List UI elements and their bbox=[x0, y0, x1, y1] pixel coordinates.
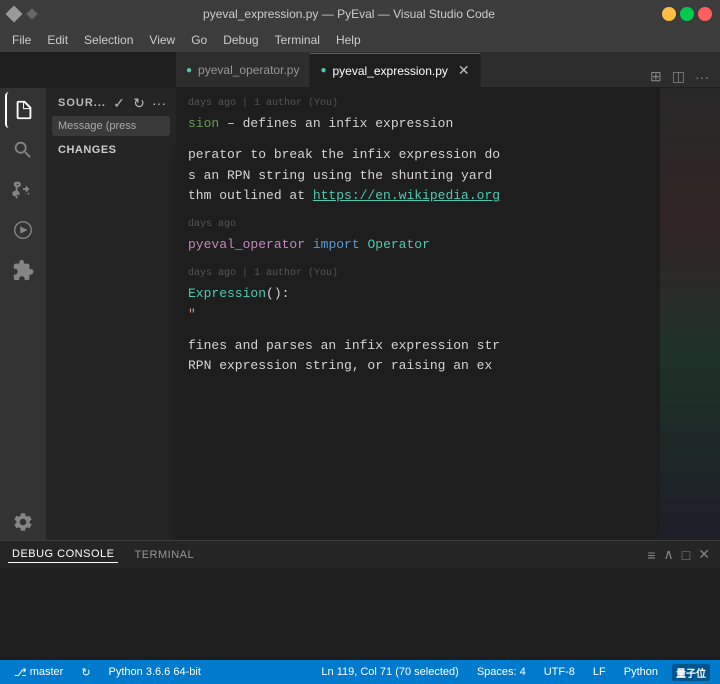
code-block-3: days ago pyeval_operator import Operator bbox=[188, 217, 708, 256]
sidebar-actions: ✓ ↻ ··· bbox=[110, 94, 168, 112]
activity-bar bbox=[0, 88, 46, 540]
menu-terminal[interactable]: Terminal bbox=[267, 31, 328, 49]
tab-terminal[interactable]: TERMINAL bbox=[130, 547, 198, 563]
tab-bar: ● pyeval_operator.py ● pyeval_expression… bbox=[176, 52, 720, 88]
view-icon[interactable]: ◫ bbox=[669, 66, 688, 87]
branch-status[interactable]: ⎇ master bbox=[10, 660, 67, 684]
code-line-1: sion – defines an infix expression bbox=[188, 114, 708, 135]
maximize-button[interactable] bbox=[680, 7, 694, 21]
encoding-label: UTF-8 bbox=[544, 666, 575, 678]
activity-run[interactable] bbox=[5, 212, 41, 248]
close-panel-icon[interactable]: ✕ bbox=[696, 544, 712, 565]
panel-actions: ≡ ∧ □ ✕ bbox=[645, 544, 712, 565]
split-editor-icon[interactable]: ⊞ bbox=[647, 66, 665, 87]
menu-help[interactable]: Help bbox=[328, 31, 369, 49]
language-label: Python bbox=[624, 666, 658, 678]
titlebar: pyeval_expression.py — PyEval — Visual S… bbox=[0, 0, 720, 28]
position-label: Ln 119, Col 71 (70 selected) bbox=[321, 666, 458, 678]
sidebar: SOUR... ✓ ↻ ··· Message (press CHANGES P… bbox=[46, 88, 176, 540]
code-block-5: fines and parses an infix expression str… bbox=[188, 336, 708, 378]
main-layout: SOUR... ✓ ↻ ··· Message (press CHANGES P… bbox=[0, 88, 720, 540]
code-line-6: Expression(): bbox=[188, 284, 708, 305]
chevron-up-icon[interactable]: ∧ bbox=[662, 544, 676, 565]
editor-content: days ago | 1 author (You) sion – defines… bbox=[176, 88, 720, 395]
more-icon[interactable]: ··· bbox=[692, 67, 712, 87]
code-line-5: pyeval_operator import Operator bbox=[188, 235, 708, 256]
line-ending-status[interactable]: LF bbox=[589, 660, 610, 684]
app-icon bbox=[6, 6, 23, 23]
status-bar: ⎇ master ↻ Python 3.6.6 64-bit Ln 119, C… bbox=[0, 660, 720, 684]
window-controls bbox=[662, 7, 712, 21]
close-tab-icon[interactable]: ✕ bbox=[458, 62, 470, 79]
tab-pyeval-expression[interactable]: ● pyeval_expression.py ✕ bbox=[310, 53, 480, 87]
sync-status[interactable]: ↻ bbox=[77, 660, 94, 684]
menu-debug[interactable]: Debug bbox=[215, 31, 266, 49]
wikipedia-link[interactable]: https://en.wikipedia.org bbox=[313, 188, 500, 203]
tab-icon2: ● bbox=[320, 65, 326, 76]
minimize-button[interactable] bbox=[662, 7, 676, 21]
branch-icon: ⎇ bbox=[14, 666, 27, 679]
bottom-panel: DEBUG CONSOLE TERMINAL ≡ ∧ □ ✕ bbox=[0, 540, 720, 660]
language-status[interactable]: Python bbox=[620, 660, 662, 684]
check-icon[interactable]: ✓ bbox=[110, 94, 128, 112]
message-input[interactable]: Message (press bbox=[52, 116, 170, 136]
panel-content bbox=[0, 569, 720, 660]
menu-go[interactable]: Go bbox=[183, 31, 215, 49]
code-line-3: s an RPN string using the shunting yard bbox=[188, 166, 708, 187]
line-ending-label: LF bbox=[593, 666, 606, 678]
sidebar-title: SOUR... bbox=[58, 97, 106, 109]
menu-file[interactable]: File bbox=[4, 31, 39, 49]
tab-label2: pyeval_expression.py bbox=[333, 64, 448, 78]
tab-debug-console[interactable]: DEBUG CONSOLE bbox=[8, 546, 118, 563]
changes-label: CHANGES bbox=[46, 136, 176, 160]
sidebar-header: SOUR... ✓ ↻ ··· bbox=[46, 88, 176, 116]
tab-icon1: ● bbox=[186, 65, 192, 76]
spaces-label: Spaces: 4 bbox=[477, 666, 526, 678]
tab-bar-actions: ⊞ ◫ ··· bbox=[639, 66, 720, 87]
activity-extensions[interactable] bbox=[5, 252, 41, 288]
close-button[interactable] bbox=[698, 7, 712, 21]
cursor-position[interactable]: Ln 119, Col 71 (70 selected) bbox=[317, 660, 462, 684]
git-meta-1: days ago | 1 author (You) bbox=[188, 96, 708, 112]
code-line-2: perator to break the infix expression do bbox=[188, 145, 708, 166]
window-title: pyeval_expression.py — PyEval — Visual S… bbox=[42, 7, 656, 21]
panel-tabs: DEBUG CONSOLE TERMINAL ≡ ∧ □ ✕ bbox=[0, 541, 720, 569]
activity-explorer[interactable] bbox=[5, 92, 41, 128]
editor-area: days ago | 1 author (You) sion – defines… bbox=[176, 88, 720, 540]
code-line-8: fines and parses an infix expression str bbox=[188, 336, 708, 357]
sync-icon: ↻ bbox=[81, 666, 90, 679]
code-block-2: perator to break the infix expression do… bbox=[188, 145, 708, 207]
tab-pyeval-operator[interactable]: ● pyeval_operator.py bbox=[176, 53, 310, 87]
app-icon2 bbox=[26, 8, 37, 19]
minimap bbox=[660, 88, 720, 540]
code-block-1: days ago | 1 author (You) sion – defines… bbox=[188, 96, 708, 135]
watermark: 量子位 bbox=[672, 664, 710, 681]
code-line-9: RPN expression string, or raising an ex bbox=[188, 356, 708, 377]
python-label: Python 3.6.6 64-bit bbox=[109, 666, 201, 678]
branch-name: master bbox=[30, 666, 64, 678]
git-meta-2: days ago bbox=[188, 217, 708, 233]
activity-git[interactable] bbox=[5, 172, 41, 208]
code-line-7: " bbox=[188, 305, 708, 326]
code-line-4: thm outlined at https://en.wikipedia.org bbox=[188, 186, 708, 207]
spaces-status[interactable]: Spaces: 4 bbox=[473, 660, 530, 684]
python-version[interactable]: Python 3.6.6 64-bit bbox=[105, 660, 205, 684]
menu-selection[interactable]: Selection bbox=[76, 31, 141, 49]
encoding-status[interactable]: UTF-8 bbox=[540, 660, 579, 684]
panel-maximize-icon[interactable]: □ bbox=[680, 545, 692, 565]
activity-settings[interactable] bbox=[5, 504, 41, 540]
list-icon[interactable]: ≡ bbox=[645, 545, 657, 565]
git-meta-3: days ago | 1 author (You) bbox=[188, 266, 708, 282]
activity-search[interactable] bbox=[5, 132, 41, 168]
tab-label1: pyeval_operator.py bbox=[198, 63, 299, 77]
menu-edit[interactable]: Edit bbox=[39, 31, 76, 49]
more-actions-icon[interactable]: ··· bbox=[150, 94, 168, 112]
code-block-4: days ago | 1 author (You) Expression(): … bbox=[188, 266, 708, 326]
menu-view[interactable]: View bbox=[141, 31, 183, 49]
refresh-icon[interactable]: ↻ bbox=[130, 94, 148, 112]
menubar: File Edit Selection View Go Debug Termin… bbox=[0, 28, 720, 52]
message-text: Message (press bbox=[58, 120, 136, 132]
